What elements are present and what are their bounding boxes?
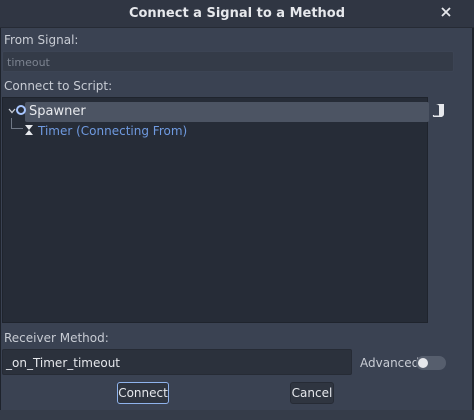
- window-edge-left: [0, 0, 1, 420]
- tree-guide-line: [11, 118, 12, 128]
- dialog-title: Connect a Signal to a Method: [128, 6, 346, 21]
- dialog-bottom-strip: [0, 410, 474, 420]
- tree-item-spawner[interactable]: Spawner: [29, 104, 86, 119]
- connect-button[interactable]: Connect: [117, 382, 169, 404]
- toggle-knob: [418, 358, 428, 368]
- script-icon[interactable]: [431, 102, 447, 120]
- cancel-button[interactable]: Cancel: [290, 382, 334, 404]
- receiver-method-input[interactable]: _on_Timer_timeout: [2, 349, 352, 375]
- dialog-titlebar: Connect a Signal to a Method: [0, 0, 474, 28]
- advanced-toggle[interactable]: [416, 356, 446, 370]
- advanced-label: Advanced: [360, 356, 420, 370]
- close-icon[interactable]: [438, 4, 454, 20]
- node-circle-icon: [16, 105, 26, 115]
- timer-hourglass-icon: [23, 124, 35, 136]
- tree-item-timer[interactable]: Timer (Connecting From): [38, 124, 187, 138]
- tree-guide-line: [11, 128, 23, 129]
- scene-tree[interactable]: Spawner Timer (Connecting From): [2, 97, 429, 323]
- from-signal-label: From Signal:: [4, 33, 79, 47]
- receiver-method-label: Receiver Method:: [4, 331, 109, 345]
- from-signal-field: timeout: [2, 51, 454, 72]
- connect-to-script-label: Connect to Script:: [4, 79, 113, 93]
